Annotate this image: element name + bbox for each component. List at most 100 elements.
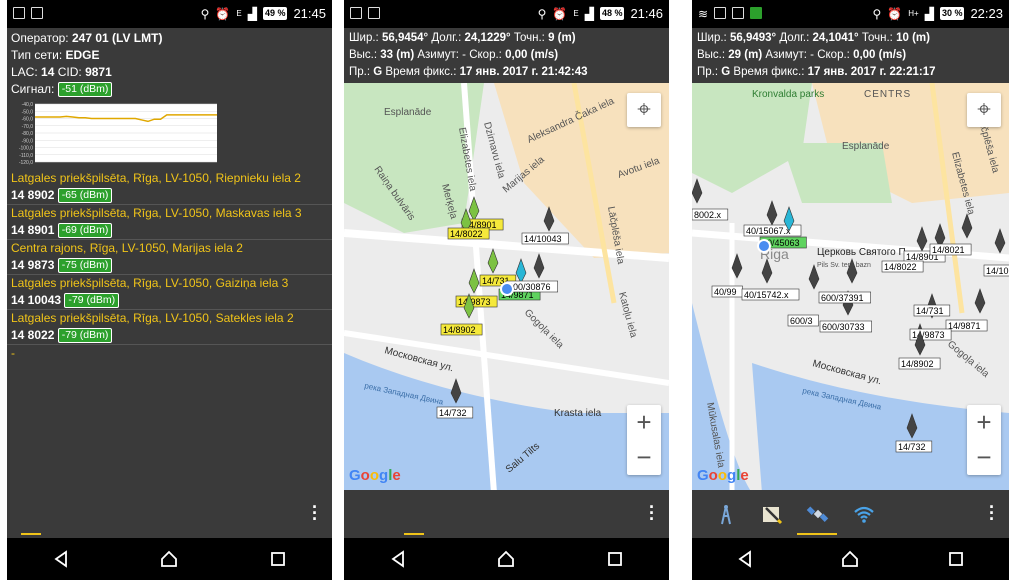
marker-label: 600/3 (790, 316, 813, 326)
signal-history-graph: -40,0-50,0 -60,0-70,0-80,0-90,0 -100,0-110… (19, 102, 217, 166)
image-icon (31, 7, 43, 19)
clock: 21:46 (630, 6, 663, 21)
marker-label: 14/8021 (932, 245, 965, 255)
y-tick-label: -60,0 (22, 117, 34, 123)
marker-label: 14/8022 (450, 229, 483, 239)
battery-indicator: 48 % (599, 7, 625, 20)
marker-label: 14/10 (986, 266, 1009, 276)
marker-label: 600/37391 (821, 293, 864, 303)
bottom-app-bar: · · · (692, 490, 1009, 538)
image-icon (368, 7, 380, 19)
status-bar: ≋ ⚲ ⏰ H+ ▟ 30 % 22:23 (692, 0, 1009, 28)
longitude: 24,1041° (812, 32, 859, 44)
map-view[interactable]: Kronvalda parks CENTRS Esplanāde Lāčplēš… (692, 83, 1009, 490)
fix-time: 17 янв. 2017 г. 22:21:17 (807, 66, 936, 78)
fix-time: 17 янв. 2017 г. 21:42:43 (459, 66, 588, 78)
recents-icon[interactable] (268, 549, 288, 569)
active-tab-indicator (404, 533, 424, 535)
back-icon[interactable] (51, 549, 71, 569)
accuracy: 9 (m) (548, 32, 576, 44)
phone-screen-cell-info: ⚲ ⏰ E ▟ 49 % 21:45 Оператор: 247 01 (LV … (7, 0, 332, 580)
zoom-in-button[interactable]: + (627, 405, 661, 440)
wifi-icon[interactable] (852, 502, 876, 526)
cell-id: 14 8022 (11, 328, 58, 342)
battery-indicator: 30 % (939, 7, 965, 20)
back-icon[interactable] (388, 549, 408, 569)
cell-signal-badge: -75 (dBm) (57, 258, 113, 274)
phone-screen-map-all-towers: ≋ ⚲ ⏰ H+ ▟ 30 % 22:23 Шир.: 56,9493° Дол… (692, 0, 1009, 580)
satellite-icon[interactable] (806, 502, 830, 526)
y-tick-label: -100,0 (19, 146, 33, 152)
provider: G (721, 66, 731, 78)
y-tick-label: -80,0 (22, 131, 34, 137)
cell-row[interactable]: 14 8902 -65 (dBm) (7, 187, 332, 205)
gps-info-panel: Шир.: 56,9454° Долг.: 24,1229° Точн.: 9 … (344, 28, 669, 83)
home-icon[interactable] (159, 549, 179, 569)
cell-row[interactable]: 14 9873 -75 (dBm) (7, 257, 332, 275)
recents-icon[interactable] (946, 549, 966, 569)
tower-icon[interactable] (714, 502, 738, 526)
accuracy: 10 (m) (896, 32, 930, 44)
street-label: Esplanāde (842, 141, 890, 152)
cell-signal-badge: -79 (dBm) (57, 328, 113, 344)
map-canvas[interactable]: Esplanāde Raiņa bulvāris Elizabetes iela… (344, 83, 669, 490)
clock: 22:23 (970, 6, 1003, 21)
google-logo: Google (349, 467, 401, 484)
my-location-dot (757, 239, 771, 253)
cell-address: Centra rajons, Rīga, LV-1050, Marijas ie… (11, 241, 243, 255)
y-tick-label: -90,0 (22, 138, 34, 144)
map-pencil-icon[interactable] (760, 502, 784, 526)
marker-label: 14/9873 (912, 330, 945, 340)
cell-info-panel: Оператор: 247 01 (LV LMT) Тип сети: EDGE… (7, 28, 332, 538)
map-view[interactable]: Esplanāde Raiņa bulvāris Elizabetes iela… (344, 83, 669, 490)
overflow-menu-icon[interactable]: · · · (312, 498, 318, 528)
cell-address: Latgales priekšpilsēta, Rīga, LV-1050, R… (11, 171, 301, 185)
zoom-out-button[interactable]: − (967, 440, 1001, 475)
signal-badge: -51 (dBm) (57, 82, 113, 98)
my-location-button[interactable]: ⌖ (627, 93, 661, 127)
overflow-menu-icon[interactable]: · · · (989, 498, 995, 528)
phone-screen-map: ⚲ ⏰ E ▟ 48 % 21:46 Шир.: 56,9454° Долг.:… (344, 0, 669, 580)
wifi-status-icon: ≋ (698, 7, 709, 21)
street-label: Krasta iela (554, 408, 602, 419)
cell-id: 14 9873 (11, 258, 58, 272)
home-icon[interactable] (840, 549, 860, 569)
cell-address: Latgales priekšpilsēta, Rīga, LV-1050, S… (11, 311, 294, 325)
network-type-row: Тип сети: EDGE (11, 48, 100, 62)
cell-row[interactable]: 14 10043 -79 (dBm) (7, 292, 332, 310)
church-label: Церковь Святого П (817, 247, 906, 258)
altitude: 29 (m) (728, 49, 763, 61)
alarm-icon: ⏰ (887, 6, 903, 21)
park-label: Kronvalda parks (752, 89, 824, 100)
cell-row[interactable]: 14 8901 -69 (dBm) (7, 222, 332, 240)
zoom-in-button[interactable]: + (967, 405, 1001, 440)
app-notification-icon (750, 7, 763, 19)
back-icon[interactable] (735, 549, 755, 569)
cell-address: Latgales priekšpilsēta, Rīga, LV-1050, M… (11, 206, 302, 220)
signal-row: Сигнал: -51 (dBm) (7, 81, 332, 98)
home-icon[interactable] (496, 549, 516, 569)
cell-signal-badge: -69 (dBm) (57, 223, 113, 239)
nav-bar (344, 538, 669, 580)
bottom-app-bar: · · · (7, 490, 332, 538)
signal-icon: ▟ (584, 6, 594, 21)
map-canvas[interactable]: Kronvalda parks CENTRS Esplanāde Lāčplēš… (692, 83, 1009, 490)
overflow-menu-icon[interactable]: · · · (649, 498, 655, 528)
notification-icon (714, 7, 727, 19)
google-logo: Google (697, 467, 749, 484)
cell-row[interactable]: 14 8022 -79 (dBm) (7, 327, 332, 345)
poi-label: Pils Sv. tera bazn (817, 262, 871, 269)
network-type-value: EDGE (65, 48, 100, 62)
speed: 0,00 (m/s) (853, 49, 907, 61)
zoom-controls: + − (627, 405, 661, 475)
longitude: 24,1229° (464, 32, 511, 44)
network-type: E (236, 9, 242, 18)
y-tick-label: -120,0 (19, 160, 33, 166)
my-location-button[interactable]: ⌖ (967, 93, 1001, 127)
cell-signal-badge: -65 (dBm) (57, 188, 113, 204)
zoom-out-button[interactable]: − (627, 440, 661, 475)
recents-icon[interactable] (605, 549, 625, 569)
district-label: CENTRS (864, 89, 911, 100)
image-icon (732, 7, 745, 19)
provider: G (373, 66, 383, 78)
